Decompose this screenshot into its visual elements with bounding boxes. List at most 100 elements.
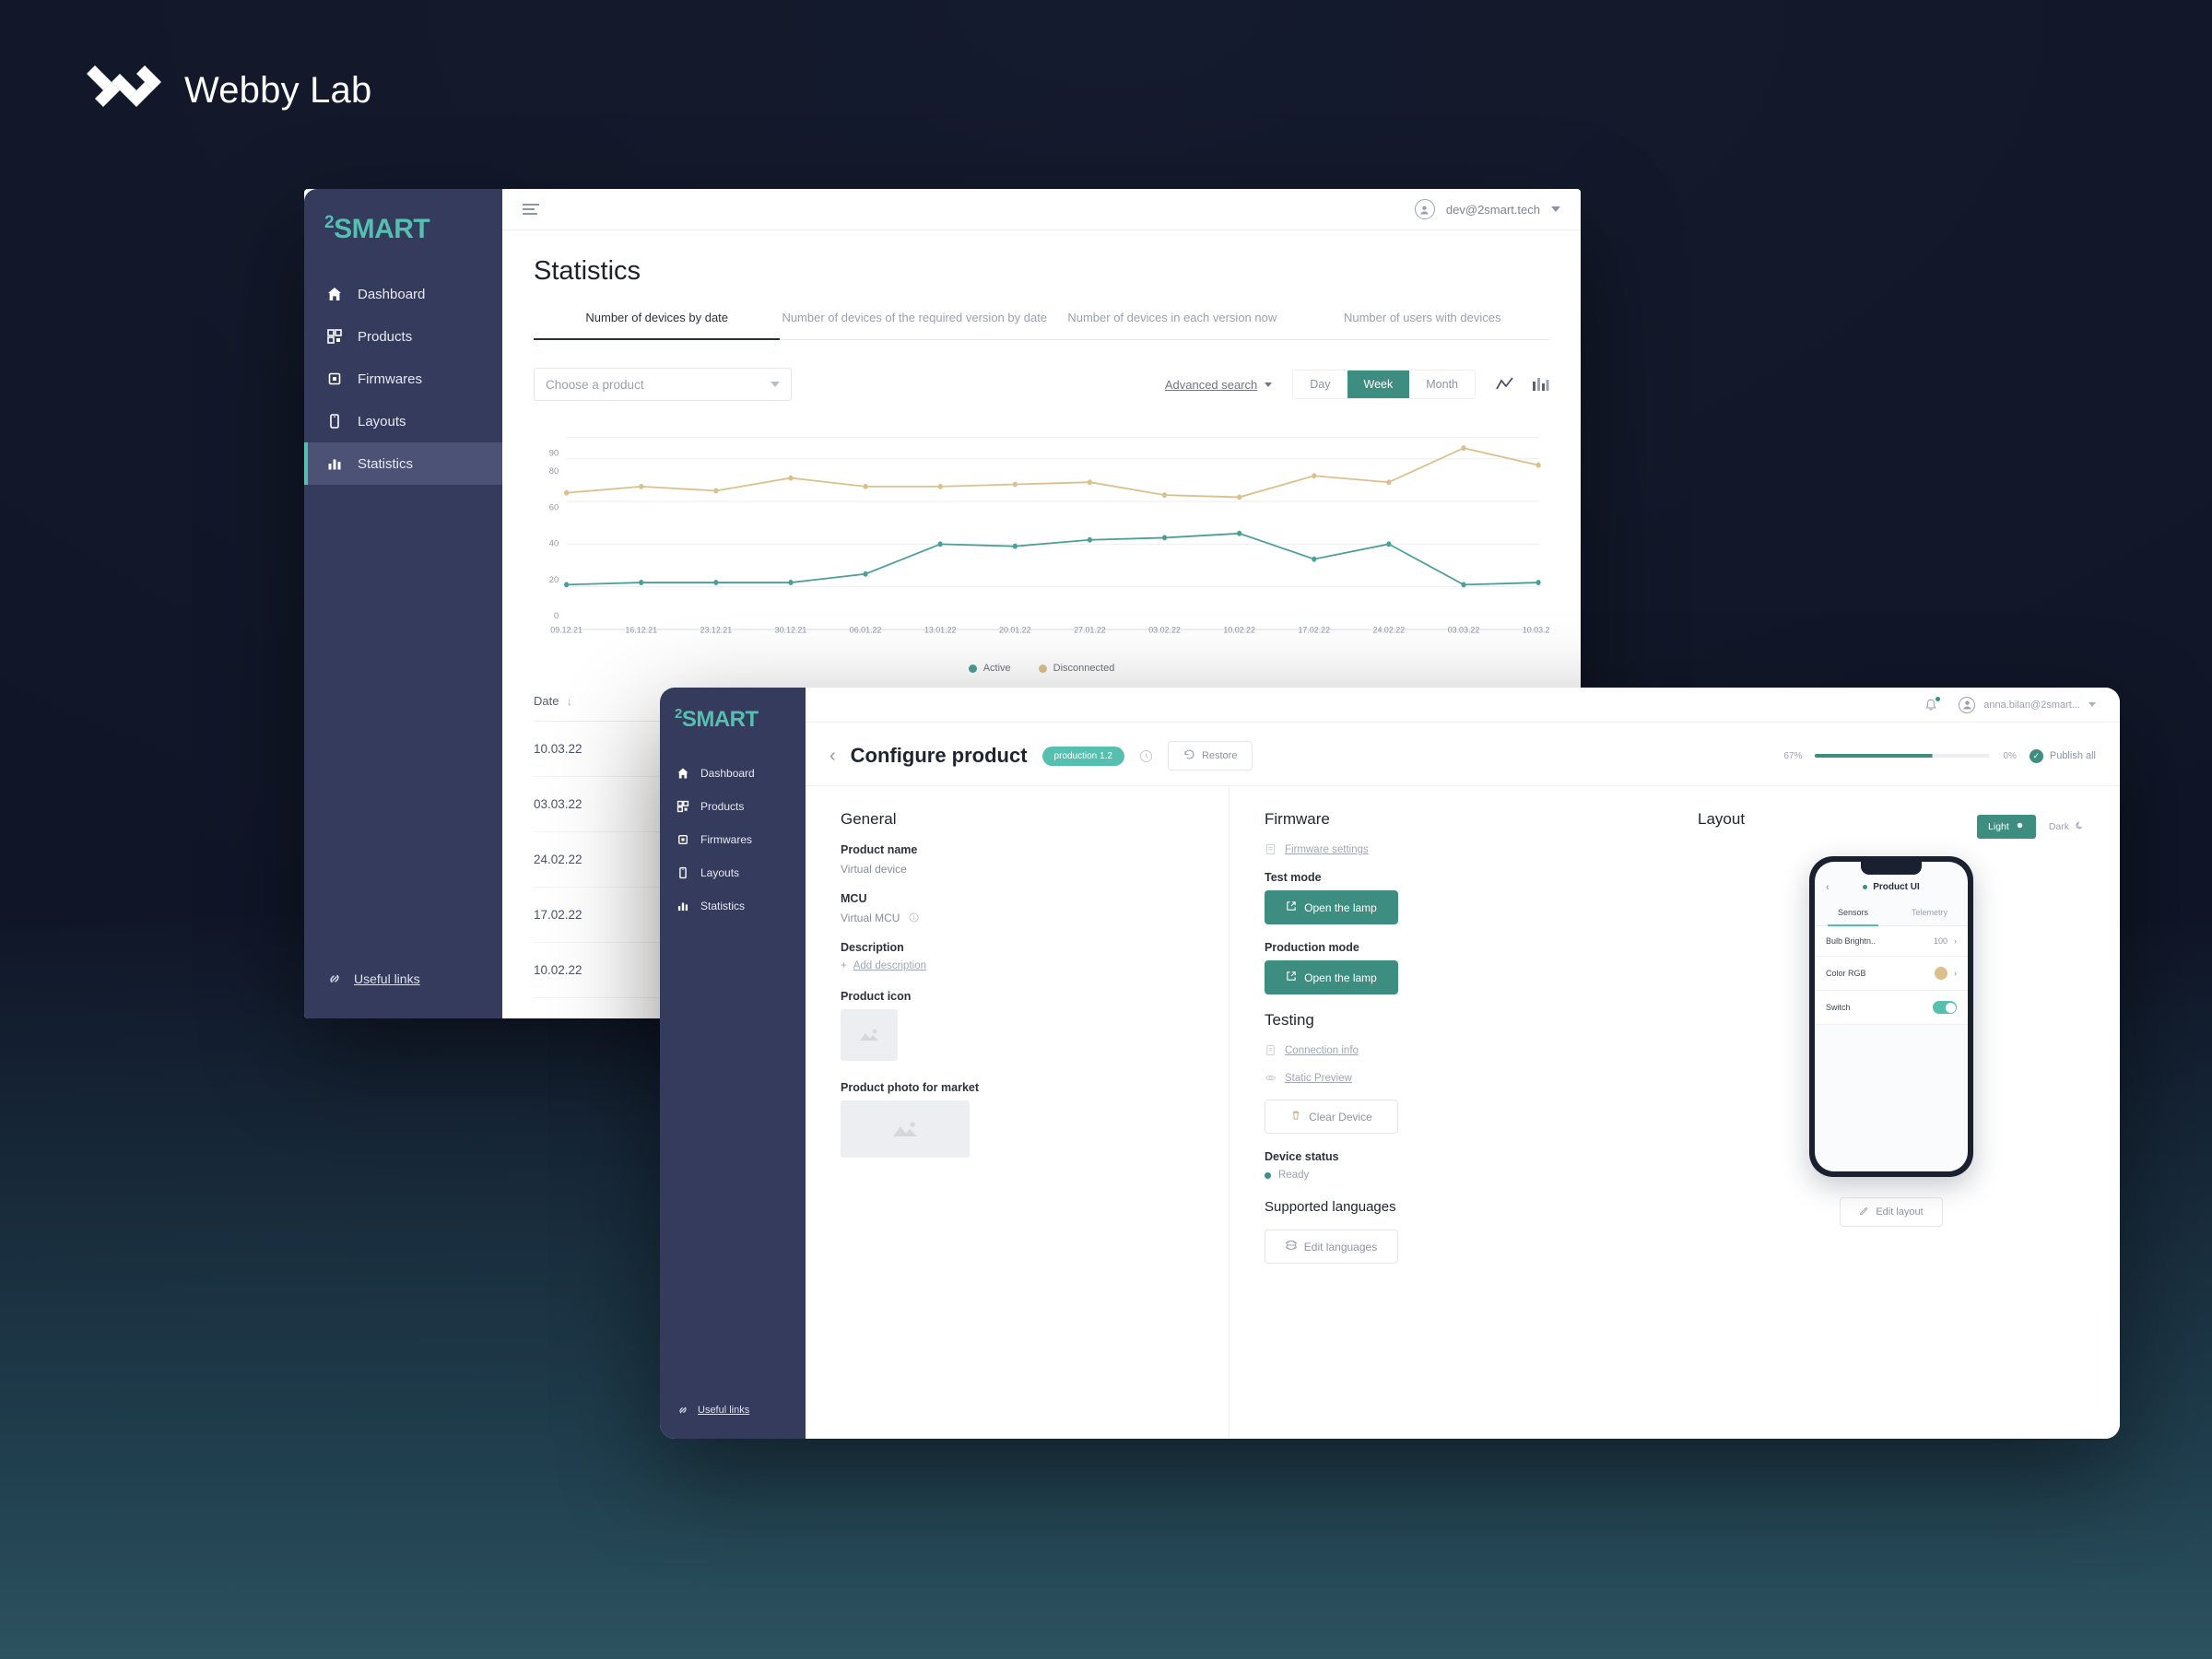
device-status-label: Device status <box>1265 1150 1339 1163</box>
bar-chart-icon[interactable] <box>1531 376 1549 393</box>
firmware-section: Firmware Firmware settings Test mode Ope… <box>1230 786 1663 1439</box>
brand-name: Webby Lab <box>184 69 372 111</box>
moon-icon <box>2075 820 2085 833</box>
legend-active: Active <box>968 663 1011 674</box>
sidebar-item-label: Dashboard <box>700 767 755 780</box>
edit-layout-button[interactable]: Edit layout <box>1840 1197 1943 1227</box>
sidebar-item-products[interactable]: Products <box>660 790 806 823</box>
sidebar-item-firmwares[interactable]: Firmwares <box>304 358 502 400</box>
sidebar-item-layouts[interactable]: Layouts <box>660 856 806 889</box>
phone-row-bulb-brightness[interactable]: Bulb Brightn.. 100 › <box>1815 926 1968 957</box>
stats-controls-right: Advanced search Day Week Month <box>1165 370 1549 399</box>
phone-preview: ‹ Product UI Sensors Telemetry Bulb Brig… <box>1698 856 2085 1227</box>
link-icon <box>326 971 343 987</box>
user-avatar-icon <box>1959 696 1976 713</box>
theme-light-label: Light <box>1988 821 2009 832</box>
legend-dot-disconnected <box>1038 664 1047 673</box>
notification-bell-icon[interactable] <box>1924 696 1941 712</box>
firmware-settings-link[interactable]: Firmware settings <box>1265 843 1663 856</box>
range-day[interactable]: Day <box>1293 371 1347 398</box>
hamburger-icon[interactable] <box>523 204 539 215</box>
range-week[interactable]: Week <box>1347 371 1410 398</box>
connection-info-label: Connection info <box>1285 1045 1359 1056</box>
advanced-search-dropdown[interactable]: Advanced search <box>1165 378 1273 392</box>
tab-devices-by-date[interactable]: Number of devices by date <box>534 311 781 340</box>
phone-row-switch[interactable]: Switch <box>1815 991 1968 1025</box>
user-avatar-icon <box>1414 199 1435 219</box>
tab-required-version-by-date[interactable]: Number of devices of the required versio… <box>780 311 1049 339</box>
restore-label: Restore <box>1201 750 1238 761</box>
x-axis-tick-label: 03.03.22 <box>1448 625 1480 634</box>
tab-devices-each-version[interactable]: Number of devices in each version now <box>1049 311 1295 339</box>
sidebar-nav: Dashboard Products Firmwares Layouts Sta… <box>304 273 502 485</box>
x-axis-tick-label: 24.02.22 <box>1373 625 1406 634</box>
testing-title: Testing <box>1265 1011 1314 1029</box>
sidebar-item-dashboard[interactable]: Dashboard <box>304 273 502 315</box>
add-description-label: Add description <box>853 960 926 971</box>
sidebar-useful-links[interactable]: Useful links <box>304 971 502 1018</box>
page-title: Statistics <box>534 256 641 286</box>
sidebar-item-statistics[interactable]: Statistics <box>660 889 806 923</box>
chart-type-toggle <box>1496 376 1549 393</box>
theme-light-option[interactable]: Light <box>1977 815 2036 839</box>
config-user-menu[interactable]: anna.bilan@2smart... <box>1959 696 2096 713</box>
phone-row-color-rgb[interactable]: Color RGB › <box>1815 957 1968 991</box>
device-status-value: Ready <box>1278 1170 1310 1181</box>
chevron-down-icon[interactable] <box>1551 206 1560 212</box>
check-circle-icon: ✓ <box>2029 748 2043 763</box>
rgb-swatch <box>1935 967 1947 980</box>
x-axis-tick-label: 10.03.22 <box>1523 625 1549 634</box>
sidebar-item-statistics[interactable]: Statistics <box>304 442 502 485</box>
sidebar-item-firmwares[interactable]: Firmwares <box>660 823 806 856</box>
static-preview-link[interactable]: Static Preview <box>1265 1072 1663 1085</box>
product-icon-label: Product icon <box>841 990 912 1003</box>
clear-device-button[interactable]: Clear Device <box>1265 1100 1398 1134</box>
phone-tab-telemetry[interactable]: Telemetry <box>1891 901 1968 925</box>
connection-info-link[interactable]: Connection info <box>1265 1044 1663 1057</box>
product-photo-placeholder[interactable] <box>841 1100 970 1158</box>
sidebar-logo[interactable]: 2SMART <box>304 189 502 273</box>
x-axis-tick-label: 06.01.22 <box>850 625 882 634</box>
info-icon[interactable] <box>909 912 919 924</box>
stats-topbar-user[interactable]: dev@2smart.tech <box>1414 199 1560 219</box>
row-label: Color RGB <box>1826 969 1866 978</box>
sidebar-item-label: Layouts <box>358 413 406 429</box>
chevron-left-icon[interactable]: ‹ <box>830 747 836 765</box>
y-axis-tick-label: 40 <box>549 539 559 548</box>
edit-languages-button[interactable]: Edit languages <box>1265 1230 1398 1264</box>
legend-dot-active <box>968 664 977 673</box>
sidebar-item-label: Firmwares <box>358 371 422 387</box>
phone-notch <box>1861 862 1922 875</box>
line-chart-icon[interactable] <box>1496 376 1514 393</box>
product-icon-placeholder[interactable] <box>841 1009 898 1061</box>
range-month[interactable]: Month <box>1409 371 1475 398</box>
preview-icon <box>1265 1072 1277 1085</box>
test-mode-button-label: Open the lamp <box>1304 900 1377 914</box>
y-axis-tick-label: 20 <box>549 575 559 584</box>
sidebar-logo-text: SMART <box>334 214 430 244</box>
theme-dark-option[interactable]: Dark <box>2049 820 2085 833</box>
add-description-button[interactable]: + Add description <box>841 960 1229 971</box>
sidebar-item-layouts[interactable]: Layouts <box>304 400 502 442</box>
chevron-left-icon[interactable]: ‹ <box>1826 882 1830 893</box>
phone-tab-sensors[interactable]: Sensors <box>1815 901 1891 926</box>
legend-disconnected: Disconnected <box>1038 663 1114 674</box>
product-name-label: Product name <box>841 843 918 856</box>
trash-icon <box>1290 1110 1301 1124</box>
config-header: ‹ Configure product production 1.2 Resto… <box>806 723 2120 786</box>
general-section: General Product name Virtual device MCU … <box>806 786 1230 1439</box>
sidebar-useful-links[interactable]: Useful links <box>660 1404 806 1439</box>
production-mode-open-lamp-button[interactable]: Open the lamp <box>1265 960 1398 994</box>
switch-toggle[interactable] <box>1933 1001 1957 1014</box>
product-select[interactable]: Choose a product <box>534 368 792 401</box>
tab-users-with-devices[interactable]: Number of users with devices <box>1295 311 1549 339</box>
sidebar-item-products[interactable]: Products <box>304 315 502 358</box>
sidebar-item-dashboard[interactable]: Dashboard <box>660 757 806 790</box>
product-name-value[interactable]: Virtual device <box>841 863 1229 876</box>
progress-start-label: 67% <box>1783 750 1803 761</box>
publish-all-button[interactable]: ✓ Publish all <box>2029 748 2096 763</box>
sidebar-logo[interactable]: 2SMART <box>660 688 806 757</box>
restore-button[interactable]: Restore <box>1167 741 1253 771</box>
clock-history-icon[interactable] <box>1139 749 1153 763</box>
test-mode-open-lamp-button[interactable]: Open the lamp <box>1265 890 1398 924</box>
